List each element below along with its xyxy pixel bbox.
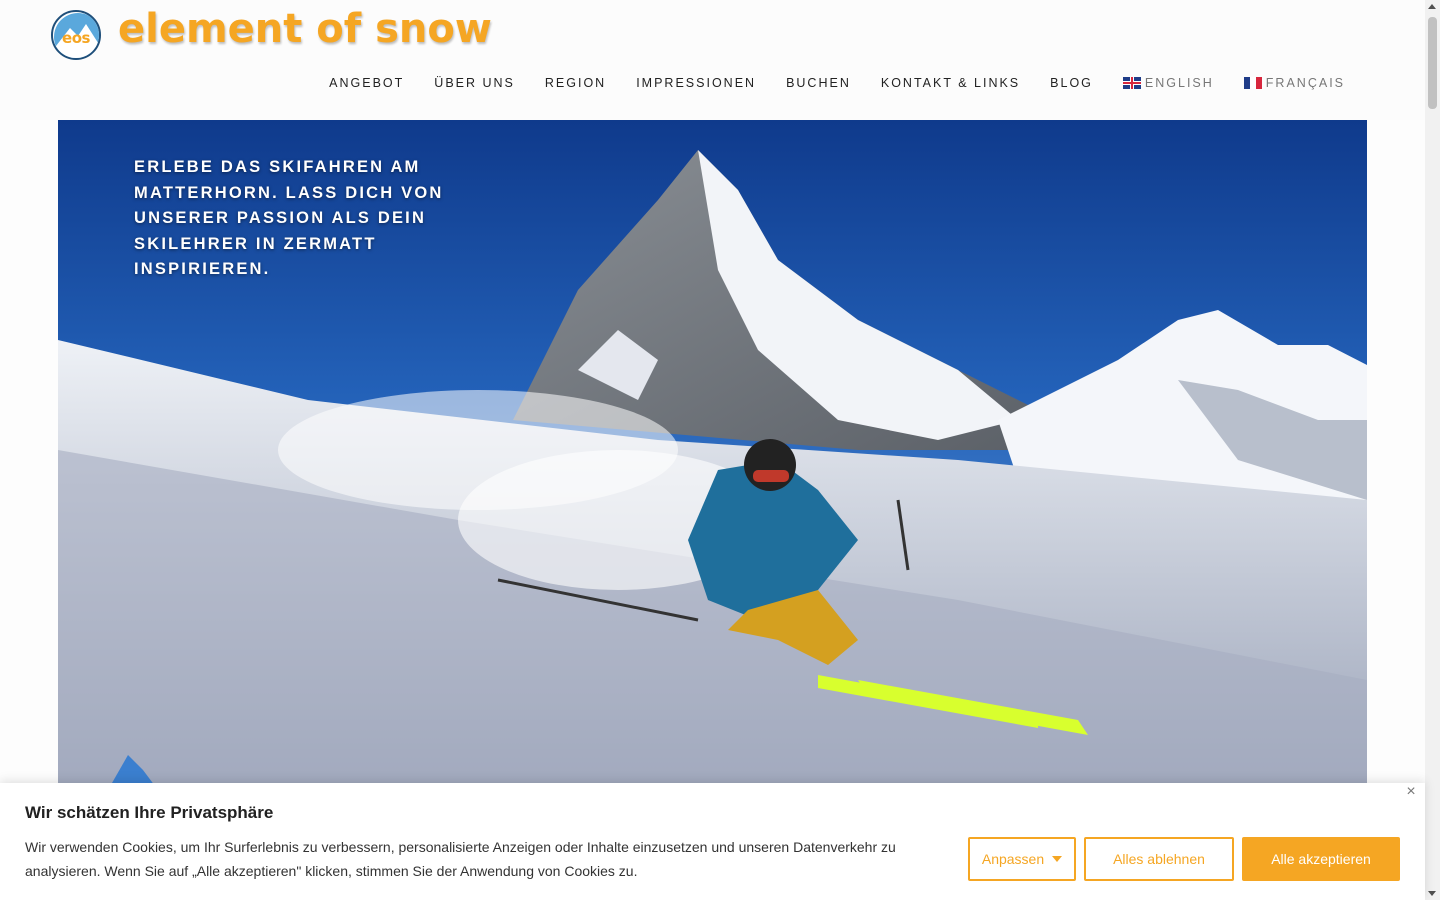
nav-item-english-label: ENGLISH: [1144, 76, 1214, 90]
nav-item-region[interactable]: REGION: [545, 76, 606, 90]
logo-icon[interactable]: eos: [51, 10, 101, 60]
nav-item-english[interactable]: ENGLISH: [1122, 76, 1214, 90]
scroll-up-icon[interactable]: [1428, 4, 1436, 9]
nav-item-kontakt-links[interactable]: KONTAKT & LINKS: [881, 76, 1020, 90]
customize-button[interactable]: Anpassen: [968, 837, 1076, 881]
uk-flag-icon: [1122, 77, 1141, 89]
cookie-text: Wir verwenden Cookies, um Ihr Surferlebn…: [25, 839, 896, 879]
page-scrollbar[interactable]: [1425, 0, 1440, 900]
cookie-title: Wir schätzen Ihre Privatsphäre: [25, 803, 274, 822]
nav-item-buchen[interactable]: BUCHEN: [786, 76, 851, 90]
logo-abbreviation: eos: [62, 29, 90, 47]
nav-item-impressionen[interactable]: IMPRESSIONEN: [636, 76, 756, 90]
brand-name[interactable]: element of snow: [118, 6, 492, 52]
reject-all-button[interactable]: Alles ablehnen: [1084, 837, 1234, 881]
main-nav: ANGEBOT ÜBER UNS REGION IMPRESSIONEN BUC…: [299, 76, 1345, 90]
nav-item-francais-label: FRANÇAIS: [1265, 76, 1345, 90]
cookie-banner: Wir schätzen Ihre Privatsphäre Wir verwe…: [0, 783, 1425, 900]
close-icon[interactable]: ×: [1404, 784, 1418, 800]
hero-headline: ERLEBE DAS SKIFAHREN AM MATTERHORN. LASS…: [134, 158, 444, 278]
scroll-down-icon[interactable]: [1428, 891, 1436, 896]
nav-item-angebot[interactable]: ANGEBOT: [329, 76, 404, 90]
nav-item-francais[interactable]: FRANÇAIS: [1243, 76, 1345, 90]
site-header: eos element of snow ANGEBOT ÜBER UNS REG…: [0, 0, 1425, 120]
nav-item-ueber-uns[interactable]: ÜBER UNS: [434, 76, 515, 90]
french-flag-icon: [1243, 77, 1262, 89]
scroll-thumb[interactable]: [1428, 17, 1437, 109]
chevron-down-icon: [1052, 856, 1063, 862]
nav-item-blog[interactable]: BLOG: [1050, 76, 1093, 90]
hero-banner: ERLEBE DAS SKIFAHREN AM MATTERHORN. LASS…: [58, 120, 1367, 800]
accept-all-button[interactable]: Alle akzeptieren: [1242, 837, 1400, 881]
customize-button-label: Anpassen: [981, 851, 1045, 867]
